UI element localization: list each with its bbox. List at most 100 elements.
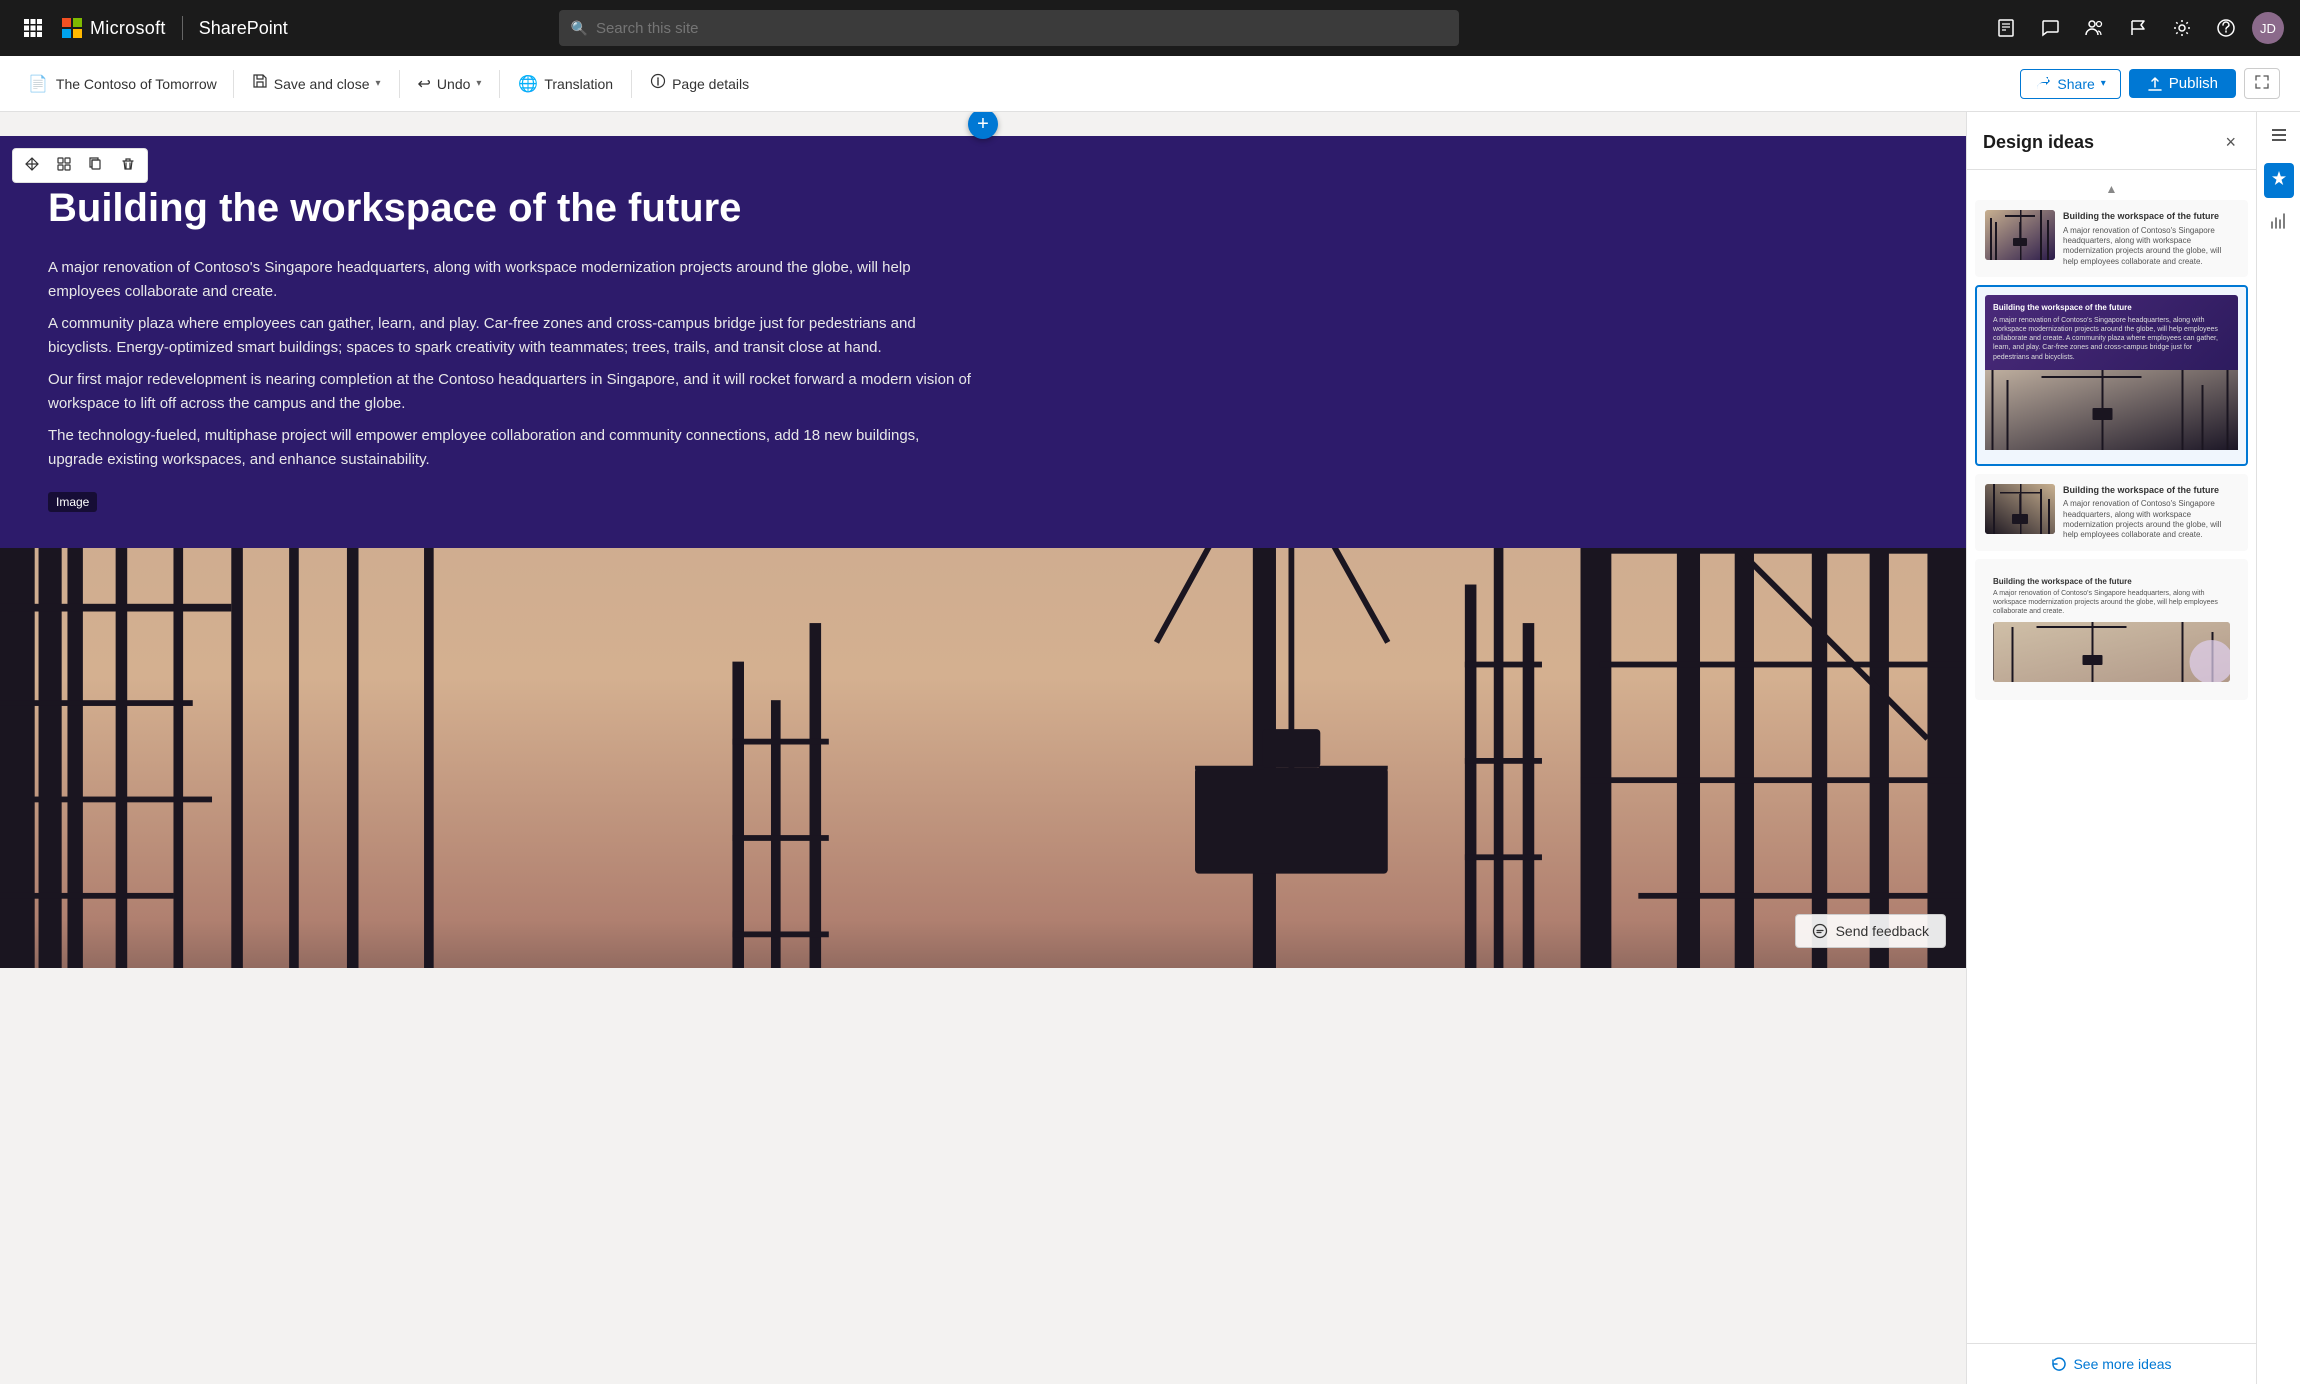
translation-icon: 🌐 — [518, 74, 538, 94]
design-card-1-thumb — [1985, 210, 2055, 260]
edit-tool-button[interactable] — [49, 153, 79, 178]
design-card-1-text: Building the workspace of the future A m… — [2063, 210, 2238, 267]
panel-footer: See more ideas — [1967, 1343, 2256, 1384]
ms-brand-label: Microsoft — [90, 18, 166, 39]
design-card-1[interactable]: Building the workspace of the future A m… — [1975, 200, 2248, 277]
design-card-2[interactable]: Building the workspace of the future A m… — [1975, 285, 2248, 465]
toolbar-separator-1 — [233, 70, 234, 98]
undo-label: Undo — [437, 76, 470, 92]
help-icon-button[interactable] — [2208, 12, 2244, 44]
top-navigation: Microsoft SharePoint 🔍 JD — [0, 0, 2300, 56]
editor-toolbar: 📄 The Contoso of Tomorrow Save and close… — [0, 56, 2300, 112]
settings-icon-button[interactable] — [2164, 12, 2200, 44]
publish-button[interactable]: Publish — [2129, 69, 2236, 98]
share-label: Share — [2057, 76, 2094, 92]
publish-label: Publish — [2169, 75, 2218, 92]
microsoft-logo: Microsoft — [62, 18, 166, 39]
feedback-icon — [1812, 923, 1828, 939]
translation-button[interactable]: 🌐 Translation — [508, 68, 623, 100]
see-more-button[interactable]: See more ideas — [2051, 1356, 2171, 1372]
page-details-label: Page details — [672, 76, 749, 92]
save-close-label: Save and close — [274, 76, 370, 92]
add-section-bar: + — [0, 112, 1966, 136]
page-title: Building the workspace of the future — [48, 184, 972, 232]
card1-thumb-svg — [1985, 210, 2055, 260]
copy-tool-button[interactable] — [81, 153, 111, 178]
toolbar-separator-4 — [631, 70, 632, 98]
doc-name: The Contoso of Tomorrow — [56, 76, 217, 92]
block-toolbar — [12, 148, 148, 183]
page-body: A major renovation of Contoso's Singapor… — [48, 256, 972, 472]
nav-actions: JD — [1988, 12, 2284, 44]
translation-label: Translation — [544, 76, 613, 92]
undo-caret: ▾ — [476, 78, 481, 89]
design-cards-list: ▲ — [1967, 170, 2256, 1343]
nav-separator — [182, 16, 183, 40]
panel-header: Design ideas × — [1967, 112, 2256, 170]
body-para-4: The technology-fueled, multiphase projec… — [48, 424, 972, 472]
share-caret: ▾ — [2101, 78, 2106, 89]
people-icon-button[interactable] — [2076, 12, 2112, 44]
ms-squares — [62, 18, 82, 38]
undo-icon: ↩ — [418, 74, 431, 94]
image-label: Image — [48, 492, 97, 512]
send-feedback-label: Send feedback — [1836, 923, 1929, 939]
card3-thumb-svg — [1985, 484, 2055, 534]
save-close-button[interactable]: Save and close ▾ — [242, 67, 391, 100]
body-para-2: A community plaza where employees can ga… — [48, 312, 972, 360]
expand-button[interactable] — [2244, 68, 2280, 99]
toolbar-separator-2 — [399, 70, 400, 98]
design-card-4-image — [1993, 622, 2230, 682]
page-details-icon — [650, 73, 666, 94]
crane-image — [0, 548, 1966, 968]
canvas-area[interactable]: + Building the workspace of th — [0, 112, 1966, 1384]
design-card-4[interactable]: Building the workspace of the future A m… — [1975, 559, 2248, 700]
content-block: Building the workspace of the future A m… — [0, 136, 1966, 968]
design-card-3-thumb — [1985, 484, 2055, 534]
design-card-4-inner: Building the workspace of the future A m… — [1985, 569, 2238, 690]
toolbar-separator-3 — [499, 70, 500, 98]
document-indicator: 📄 The Contoso of Tomorrow — [20, 70, 225, 98]
body-para-3: Our first major redevelopment is nearing… — [48, 368, 972, 416]
design-card-1-inner: Building the workspace of the future A m… — [1985, 210, 2238, 267]
search-icon: 🔍 — [571, 20, 588, 37]
panel-close-button[interactable]: × — [2221, 128, 2240, 157]
notes-icon-button[interactable] — [1988, 12, 2024, 44]
chat-icon-button[interactable] — [2032, 12, 2068, 44]
share-button[interactable]: Share ▾ — [2020, 69, 2120, 99]
avatar[interactable]: JD — [2252, 12, 2284, 44]
doc-icon: 📄 — [28, 74, 48, 94]
design-card-2-header: Building the workspace of the future A m… — [1985, 295, 2238, 449]
search-bar[interactable]: 🔍 — [559, 10, 1459, 46]
send-feedback-button[interactable]: Send feedback — [1795, 914, 1946, 948]
see-more-label: See more ideas — [2073, 1356, 2171, 1372]
main-layout: + Building the workspace of th — [0, 112, 2300, 1384]
panel-spacer — [1975, 708, 2248, 728]
side-design-button[interactable] — [2264, 163, 2294, 198]
waffle-menu-button[interactable] — [16, 13, 50, 43]
design-card-2-image — [1985, 370, 2238, 450]
page-details-button[interactable]: Page details — [640, 67, 759, 100]
side-icons-panel — [2256, 112, 2300, 1384]
toolbar-right: Share ▾ Publish — [2020, 68, 2280, 99]
add-section-button[interactable]: + — [968, 112, 998, 139]
card2-svg — [1985, 370, 2238, 450]
design-ideas-panel: Design ideas × ▲ — [1966, 112, 2256, 1384]
search-input[interactable] — [596, 20, 1447, 37]
content-block-inner: Building the workspace of the future A m… — [0, 136, 1020, 548]
move-tool-button[interactable] — [17, 153, 47, 178]
save-close-caret: ▾ — [375, 78, 380, 89]
body-para-1: A major renovation of Contoso's Singapor… — [48, 256, 972, 304]
undo-button[interactable]: ↩ Undo ▾ — [408, 68, 492, 100]
design-card-3[interactable]: Building the workspace of the future A m… — [1975, 474, 2248, 551]
side-properties-button[interactable] — [2264, 120, 2294, 155]
product-label: SharePoint — [199, 18, 288, 39]
flag-icon-button[interactable] — [2120, 12, 2156, 44]
image-block[interactable]: Send feedback — [0, 548, 1966, 968]
card4-svg — [1993, 622, 2230, 682]
panel-title: Design ideas — [1983, 132, 2094, 153]
delete-tool-button[interactable] — [113, 153, 143, 178]
scroll-up-indicator: ▲ — [1975, 178, 2248, 200]
side-analytics-button[interactable] — [2264, 206, 2294, 241]
refresh-icon — [2051, 1356, 2067, 1372]
